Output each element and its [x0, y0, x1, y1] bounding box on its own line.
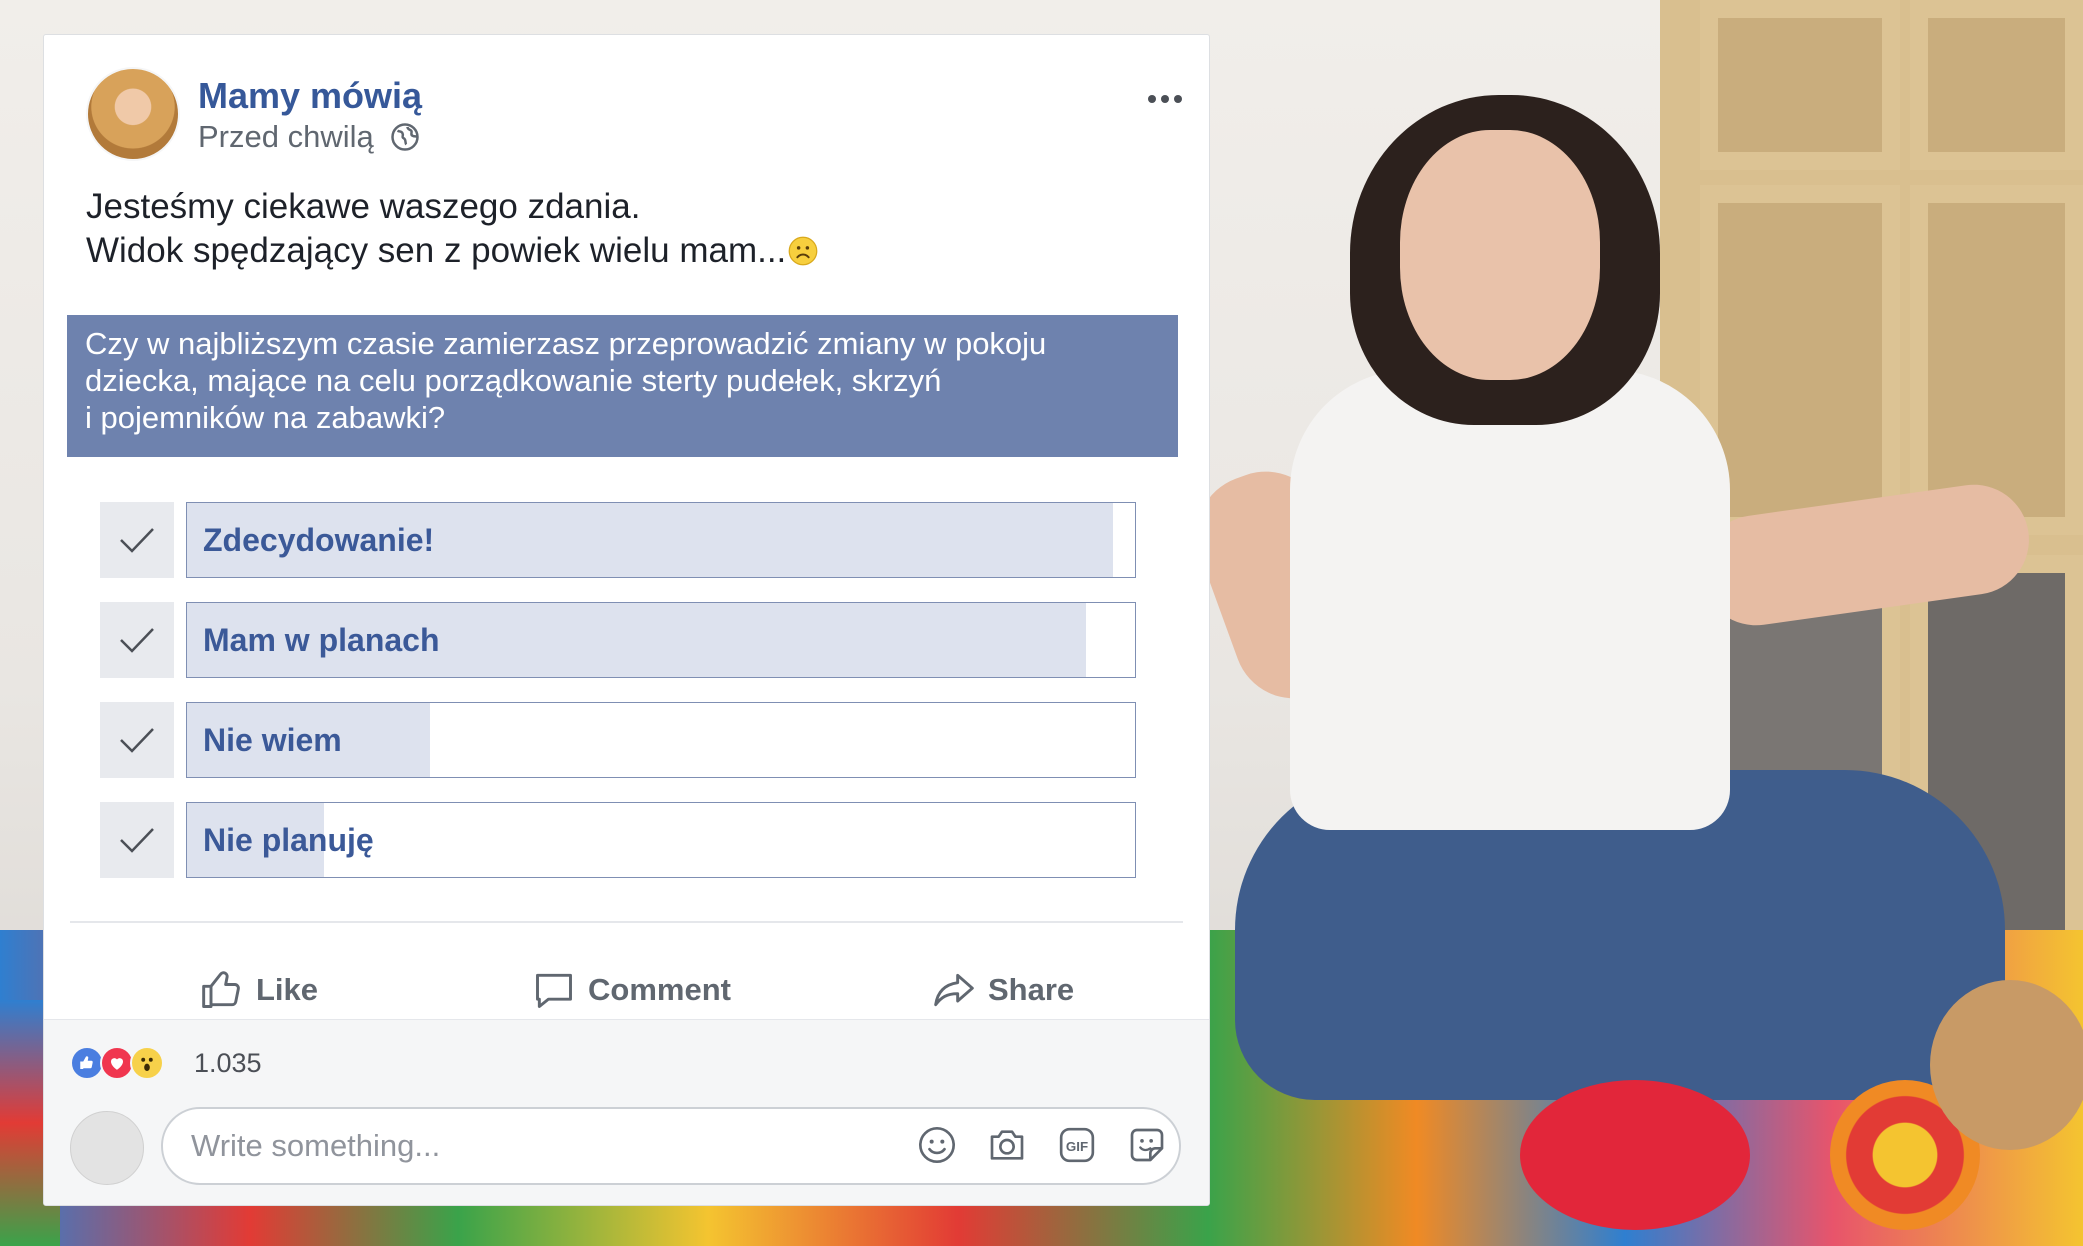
poll-option-row: Nie wiem: [100, 702, 1136, 778]
page-avatar[interactable]: [86, 67, 180, 161]
gif-icon[interactable]: GIF: [1057, 1125, 1097, 1165]
post-meta: Przed chwilą: [198, 119, 420, 155]
poll-option-label: Nie wiem: [203, 722, 342, 758]
camera-icon[interactable]: [987, 1125, 1027, 1165]
poll-options: Zdecydowanie! Mam w planach Nie wiem Nie…: [100, 502, 1136, 902]
poll-option-label: Nie planuję: [203, 822, 374, 858]
love-reaction-icon: [100, 1046, 134, 1080]
sad-face-emoji-icon: [788, 236, 818, 266]
user-avatar: [70, 1111, 144, 1185]
page-name[interactable]: Mamy mówią: [198, 75, 422, 117]
vote-checkbox[interactable]: [100, 502, 174, 578]
checkmark-icon: [120, 528, 154, 553]
emoji-icon[interactable]: [917, 1125, 957, 1165]
poll-option-row: Zdecydowanie!: [100, 502, 1136, 578]
vote-checkbox[interactable]: [100, 602, 174, 678]
poll-option-row: Nie planuję: [100, 802, 1136, 878]
reaction-icons[interactable]: [70, 1046, 164, 1080]
wow-reaction-icon: [130, 1046, 164, 1080]
comment-bubble-icon: [536, 973, 572, 1008]
post-text: Jesteśmy ciekawe waszego zdania. Widok s…: [86, 185, 1169, 273]
poll-question-line: Czy w najbliższym czasie zamierzasz prze…: [85, 326, 1047, 361]
svg-text:GIF: GIF: [1066, 1139, 1088, 1154]
sticker-icon[interactable]: [1127, 1125, 1167, 1165]
post-text-line: Jesteśmy ciekawe waszego zdania.: [86, 187, 641, 226]
poll-option[interactable]: Nie wiem: [186, 702, 1136, 778]
globe-icon: [391, 123, 419, 151]
reactions-bar: 1.035: [44, 1019, 1209, 1103]
checkmark-icon: [120, 828, 154, 853]
vote-checkbox[interactable]: [100, 702, 174, 778]
poll-option-label: Mam w planach: [203, 622, 440, 658]
like-reaction-icon: [70, 1046, 104, 1080]
divider: [70, 921, 1183, 923]
checkmark-icon: [120, 628, 154, 653]
post-text-line-content: Widok spędzający sen z powiek wielu mam.…: [86, 231, 787, 270]
post-card: Mamy mówią Przed chwilą Jesteśmy ciekawe…: [43, 34, 1210, 1206]
plush-toy: [1520, 1080, 1750, 1230]
comment-bar: GIF: [44, 1103, 1209, 1205]
poll-question-line: i pojemników na zabawki?: [85, 400, 446, 435]
woman-face: [1400, 130, 1600, 380]
poll-option-row: Mam w planach: [100, 602, 1136, 678]
vote-checkbox[interactable]: [100, 802, 174, 878]
dot-icon: [1174, 95, 1182, 103]
poll-option[interactable]: Mam w planach: [186, 602, 1136, 678]
poll-question: Czy w najbliższym czasie zamierzasz prze…: [67, 315, 1178, 457]
poll-option-label: Zdecydowanie!: [203, 522, 435, 558]
comment-label: Comment: [588, 972, 731, 1007]
post-header: Mamy mówią Przed chwilą: [86, 67, 1189, 167]
poll-question-line: dziecka, mające na celu porządkowanie st…: [85, 363, 942, 398]
post-time[interactable]: Przed chwilą: [198, 119, 374, 155]
poll-option[interactable]: Zdecydowanie!: [186, 502, 1136, 578]
comment-tools: GIF: [917, 1125, 1167, 1165]
dot-icon: [1161, 95, 1169, 103]
hedgehog-toy: [1930, 980, 2083, 1150]
reaction-count[interactable]: 1.035: [194, 1048, 262, 1079]
thumbs-up-icon: [202, 971, 240, 1008]
checkmark-icon: [120, 728, 154, 753]
share-label: Share: [988, 972, 1075, 1007]
woman-shirt: [1290, 370, 1730, 830]
like-label: Like: [256, 972, 319, 1007]
more-options-button[interactable]: [1145, 87, 1185, 111]
poll-option[interactable]: Nie planuję: [186, 802, 1136, 878]
dot-icon: [1148, 95, 1156, 103]
post-text-line: Widok spędzający sen z powiek wielu mam.…: [86, 229, 1169, 273]
share-arrow-icon: [934, 973, 974, 1007]
